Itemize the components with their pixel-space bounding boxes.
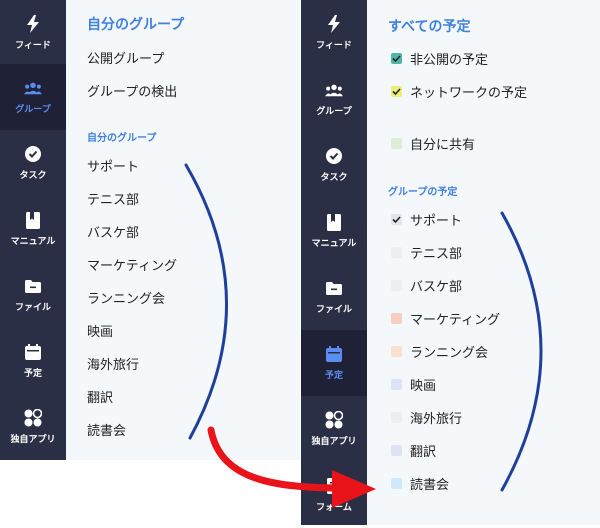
calendar-group-label: 翻訳 <box>410 445 437 460</box>
calendar-group-label: サポート <box>410 214 463 229</box>
left-nav-item-3[interactable]: マニュアル <box>0 196 66 262</box>
book-icon <box>325 213 343 231</box>
left-nav-rail: フィードグループタスクマニュアルファイル予定独自アプリ <box>0 0 66 460</box>
group-list-item[interactable]: 映画 <box>87 321 113 340</box>
nav-item-label: 独自アプリ <box>10 435 56 445</box>
nav-item-label: フィード <box>316 41 352 51</box>
calendar-icon <box>24 343 42 361</box>
checkmark-icon <box>392 88 401 96</box>
calendar-group-label: テニス部 <box>410 247 463 262</box>
group-list-item[interactable]: 翻訳 <box>87 387 113 406</box>
public-groups-link[interactable]: 公開グループ <box>87 48 164 67</box>
folder-icon <box>325 279 343 297</box>
left-group-menu: 自分のグループ 公開グループ グループの検出 自分のグループ サポートテニス部バ… <box>66 0 300 460</box>
left-nav-item-1[interactable]: グループ <box>0 64 66 130</box>
right-nav-item-3[interactable]: マニュアル <box>301 198 367 264</box>
left-nav-item-4[interactable]: ファイル <box>0 262 66 328</box>
group-list-item[interactable]: バスケ部 <box>87 222 139 241</box>
calendar-filter-label: ネットワークの予定 <box>410 86 528 101</box>
calendar-filter-checkbox[interactable] <box>391 86 402 97</box>
calendar-group-checkbox[interactable] <box>391 313 402 324</box>
nav-item-label: ファイル <box>315 305 352 315</box>
folder-icon <box>24 277 42 295</box>
nav-item-label: グループ <box>15 105 51 115</box>
check-circle-icon <box>24 145 42 163</box>
calendar-group-checkbox[interactable] <box>391 412 402 423</box>
group-icon <box>325 81 343 99</box>
calendar-group-label: 海外旅行 <box>410 412 463 427</box>
my-groups-section-title: 自分のグループ <box>87 133 157 144</box>
left-nav-item-2[interactable]: タスク <box>0 130 66 196</box>
left-screenshot: フィードグループタスクマニュアルファイル予定独自アプリ 自分のグループ 公開グル… <box>0 0 300 460</box>
nav-item-label: ファイル <box>14 303 51 313</box>
nav-item-label: タスク <box>320 173 348 183</box>
group-list-item[interactable]: マーケティング <box>87 255 177 274</box>
calendar-group-checkbox[interactable] <box>391 445 402 456</box>
calendar-filter-checkbox[interactable] <box>391 138 402 149</box>
right-nav-item-1[interactable]: グループ <box>301 66 367 132</box>
right-nav-item-7[interactable]: フォーム <box>301 462 367 528</box>
checkmark-icon <box>392 55 401 63</box>
group-list-item[interactable]: 読書会 <box>87 420 126 439</box>
group-events-section-title: グループの予定 <box>388 187 458 198</box>
right-nav-item-0[interactable]: フィード <box>301 0 367 66</box>
book-icon <box>24 211 42 229</box>
nav-item-label: タスク <box>19 171 47 181</box>
left-nav-item-0[interactable]: フィード <box>0 0 66 66</box>
nav-item-label: 予定 <box>324 371 343 381</box>
group-list-item[interactable]: テニス部 <box>87 189 139 208</box>
nav-item-label: グループ <box>316 107 352 117</box>
nav-item-label: 独自アプリ <box>311 437 357 447</box>
calendar-filter-checkbox[interactable] <box>391 53 402 64</box>
apps-icon <box>24 409 42 427</box>
right-calendar-menu: すべての予定 非公開の予定ネットワークの予定 自分に共有 グループの予定 サポート… <box>367 0 600 525</box>
apps-icon <box>325 411 343 429</box>
calendar-group-checkbox[interactable] <box>391 478 402 489</box>
calendar-group-checkbox[interactable] <box>391 346 402 357</box>
bolt-icon <box>325 15 343 33</box>
calendar-group-checkbox[interactable] <box>391 247 402 258</box>
right-nav-rail: フィードグループタスクマニュアルファイル予定独自アプリフォーム <box>301 0 367 525</box>
right-nav-item-4[interactable]: ファイル <box>301 264 367 330</box>
nav-item-label: 予定 <box>23 369 42 379</box>
calendar-filter-label: 非公開の予定 <box>410 53 489 68</box>
group-list-item[interactable]: サポート <box>87 156 139 175</box>
calendar-filter-label: 自分に共有 <box>410 138 476 153</box>
calendar-group-label: バスケ部 <box>410 280 463 295</box>
group-icon <box>24 79 42 97</box>
nav-item-label: フォーム <box>316 503 352 513</box>
right-nav-item-2[interactable]: タスク <box>301 132 367 198</box>
calendar-group-label: マーケティング <box>410 313 500 328</box>
search-groups-link[interactable]: グループの検出 <box>87 81 177 100</box>
group-list-item[interactable]: ランニング会 <box>87 288 165 307</box>
form-icon <box>325 477 343 495</box>
calendar-group-label: 映画 <box>410 379 437 394</box>
nav-item-label: フィード <box>15 41 51 51</box>
nav-item-label: マニュアル <box>10 237 56 247</box>
all-events-link[interactable]: すべての予定 <box>388 16 470 36</box>
right-nav-item-6[interactable]: 独自アプリ <box>301 396 367 462</box>
calendar-group-label: ランニング会 <box>410 346 489 361</box>
calendar-group-checkbox[interactable] <box>391 214 402 225</box>
calendar-group-checkbox[interactable] <box>391 280 402 291</box>
left-nav-item-6[interactable]: 独自アプリ <box>0 394 66 460</box>
right-screenshot: フィードグループタスクマニュアルファイル予定独自アプリフォーム すべての予定 非… <box>301 0 600 525</box>
bolt-icon <box>24 15 42 33</box>
calendar-group-checkbox[interactable] <box>391 379 402 390</box>
nav-item-label: マニュアル <box>311 239 357 249</box>
calendar-group-label: 読書会 <box>410 478 450 493</box>
my-groups-link[interactable]: 自分のグループ <box>87 14 184 34</box>
right-nav-item-5[interactable]: 予定 <box>301 330 367 396</box>
group-list-item[interactable]: 海外旅行 <box>87 354 139 373</box>
left-nav-item-5[interactable]: 予定 <box>0 328 66 394</box>
checkmark-icon <box>392 216 401 224</box>
calendar-icon <box>325 345 343 363</box>
check-circle-icon <box>325 147 343 165</box>
